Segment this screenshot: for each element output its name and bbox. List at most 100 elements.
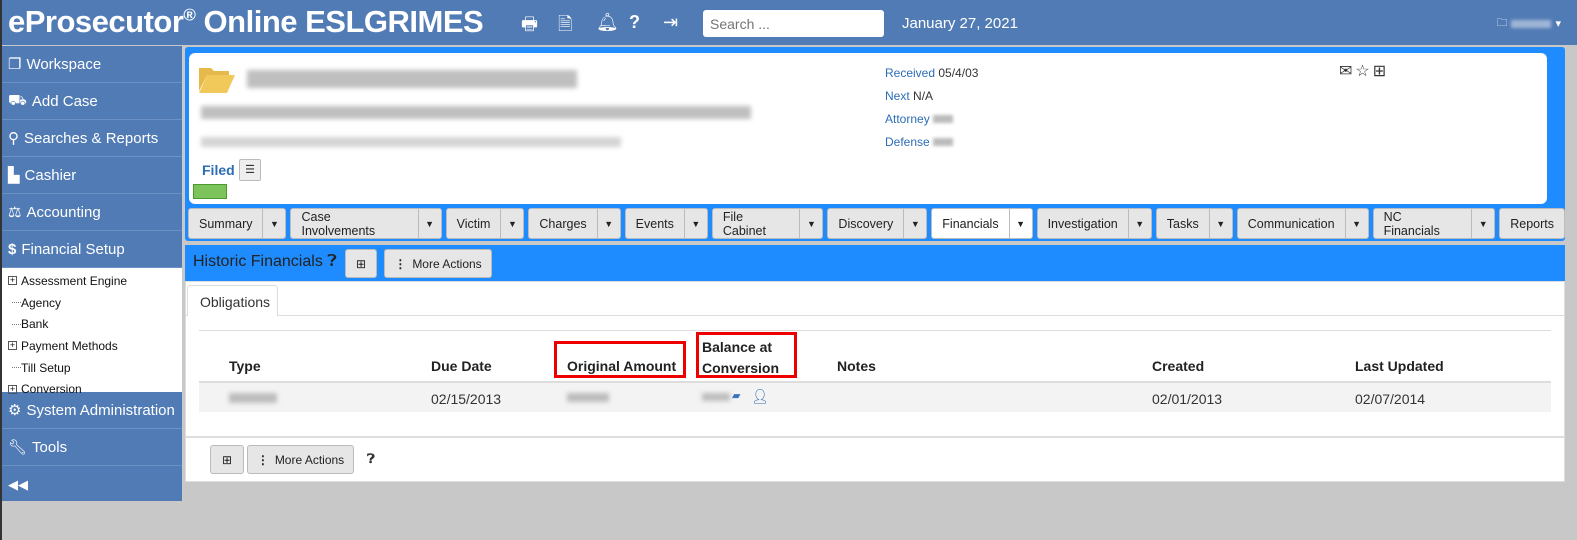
user-menu[interactable]: 🗀 ▾ xyxy=(1496,14,1561,33)
caret-down-icon[interactable]: ▼ xyxy=(501,209,523,238)
collapse-sidebar-button[interactable]: ◀◀ xyxy=(2,466,182,503)
help-icon[interactable]: ❓︎ xyxy=(327,253,337,270)
add-button[interactable]: ⊞ xyxy=(210,445,244,474)
logout-icon[interactable]: ⇥ xyxy=(663,12,678,33)
current-date: January 27, 2021 xyxy=(902,15,1018,32)
tab-victim[interactable]: Victim ▼ xyxy=(445,208,525,239)
tree-item-agency[interactable]: Agency xyxy=(2,292,182,314)
caret-down-icon[interactable]: ▼ xyxy=(598,209,620,238)
column-last-updated[interactable]: Last Updated xyxy=(1355,358,1444,374)
created-cell: 02/01/2013 xyxy=(1152,391,1223,407)
status-badge xyxy=(193,184,227,199)
type-redacted xyxy=(229,393,277,403)
folder-icon: 🗀 xyxy=(1496,17,1508,29)
gears-icon: ⚙ xyxy=(8,402,22,419)
add-note-icon: ⊞ xyxy=(221,452,233,467)
notes-button[interactable]: ☰ xyxy=(239,159,261,181)
caret-down-icon[interactable]: ▼ xyxy=(1210,209,1232,238)
add-button[interactable]: ⊞ xyxy=(345,249,377,278)
due-date-cell: 02/15/2013 xyxy=(431,391,502,407)
envelope-icon[interactable]: ✉ xyxy=(1339,61,1352,81)
caret-down-icon[interactable]: ▼ xyxy=(1472,209,1494,238)
caret-down-icon[interactable]: ▼ xyxy=(419,209,441,238)
sidebar-item-tools[interactable]: 🔧︎ Tools xyxy=(2,429,182,466)
tab-obligations[interactable]: Obligations xyxy=(187,285,278,316)
add-case-icon: ⛟ xyxy=(8,91,27,109)
case-title-redacted xyxy=(247,70,577,88)
case-actions: ✉ ☆ ⊞ xyxy=(1339,61,1386,81)
cashier-icon: ▙ xyxy=(8,167,20,184)
vertical-dots-icon: ⋮ xyxy=(394,256,407,271)
next-field: Next N/A xyxy=(885,89,934,103)
tab-discovery[interactable]: Discovery ▼ xyxy=(827,208,928,239)
table-row[interactable]: 02/15/2013 ▰ 👤︎ 02/01/2013 02/07/2014 xyxy=(199,381,1551,412)
section-header: Historic Financials ❓︎ ⊞ ⋮ More Actions xyxy=(185,245,1565,281)
column-balance-at-conversion[interactable]: Balance at Conversion xyxy=(702,337,779,379)
sidebar-item-accounting[interactable]: ⚖ Accounting xyxy=(2,194,182,231)
bell-icon[interactable]: 🔔︎ xyxy=(596,12,619,33)
last-updated-cell: 02/07/2014 xyxy=(1355,391,1426,407)
tab-nc-financials[interactable]: NC Financials ▼ xyxy=(1372,208,1496,239)
sidebar-item-add-case[interactable]: ⛟ Add Case xyxy=(2,83,182,120)
sidebar-item-searches-reports[interactable]: ⚲ Searches & Reports xyxy=(2,120,182,157)
person-icon[interactable]: 👤︎ xyxy=(751,388,769,405)
case-header-card: Filed ☰ Received 05/4/03 Next N/A Attorn… xyxy=(189,53,1547,204)
sidebar-item-system-administration[interactable]: ⚙ System Administration xyxy=(2,392,182,429)
caret-down-icon: ▾ xyxy=(1555,18,1561,30)
tab-financials[interactable]: Financials ▼ xyxy=(931,208,1033,239)
add-note-icon[interactable]: ⊞ xyxy=(1373,61,1386,81)
workspace-icon: ❐ xyxy=(8,56,22,73)
caret-down-icon[interactable]: ▼ xyxy=(1010,209,1032,238)
sidebar-item-cashier[interactable]: ▙ Cashier xyxy=(2,157,182,194)
transfer-icon[interactable]: ▰ xyxy=(732,389,740,402)
wrench-icon: 🔧︎ xyxy=(8,439,28,456)
tab-file-cabinet[interactable]: File Cabinet ▼ xyxy=(711,208,824,239)
column-created[interactable]: Created xyxy=(1152,358,1204,374)
tab-charges[interactable]: Charges ▼ xyxy=(528,208,621,239)
caret-down-icon[interactable]: ▼ xyxy=(1129,209,1151,238)
tree-item-assessment-engine[interactable]: + Assessment Engine xyxy=(2,270,182,292)
tree-item-payment-methods[interactable]: + Payment Methods xyxy=(2,335,182,357)
expand-icon[interactable]: + xyxy=(8,276,17,286)
obligations-panel: Obligations Type Due Date Original Amoun… xyxy=(185,281,1565,437)
tab-summary[interactable]: Summary ▼ xyxy=(188,208,287,239)
help-icon[interactable]: ❓︎ xyxy=(367,451,375,467)
sidebar-item-financial-setup[interactable]: $ Financial Setup xyxy=(2,231,182,268)
document-icon[interactable]: 🗎 xyxy=(558,12,572,42)
more-actions-button[interactable]: ⋮ More Actions xyxy=(247,445,354,474)
expand-icon[interactable]: + xyxy=(8,341,17,351)
column-notes[interactable]: Notes xyxy=(837,358,876,374)
case-status: Filed xyxy=(202,162,235,178)
search-input[interactable] xyxy=(703,10,884,37)
column-due-date[interactable]: Due Date xyxy=(431,358,492,374)
tree-item-bank[interactable]: Bank xyxy=(2,313,182,335)
more-actions-button[interactable]: ⋮ More Actions xyxy=(384,249,492,278)
column-type[interactable]: Type xyxy=(229,358,261,374)
search-icon: ⚲ xyxy=(8,130,19,147)
tab-communication[interactable]: Communication ▼ xyxy=(1236,208,1369,239)
received-field: Received 05/4/03 xyxy=(885,66,979,80)
balance-redacted xyxy=(702,393,730,401)
app-title: eProsecutor® Online ESLGRIMES xyxy=(8,4,484,39)
tab-events[interactable]: Events ▼ xyxy=(624,208,708,239)
caret-down-icon[interactable]: ▼ xyxy=(685,209,707,238)
attorney-field: Attorney xyxy=(885,112,954,126)
caret-down-icon[interactable]: ▼ xyxy=(1346,209,1368,238)
caret-down-icon[interactable]: ▼ xyxy=(904,209,926,238)
caret-down-icon[interactable]: ▼ xyxy=(800,209,822,238)
tab-tasks[interactable]: Tasks ▼ xyxy=(1155,208,1233,239)
sidebar-item-workspace[interactable]: ❐ Workspace xyxy=(2,46,182,83)
tab-case-involvements[interactable]: Case Involvements ▼ xyxy=(290,208,442,239)
star-icon[interactable]: ☆ xyxy=(1355,61,1369,81)
help-icon[interactable]: ? xyxy=(629,12,640,33)
expand-icon[interactable]: + xyxy=(8,384,17,394)
column-original-amount[interactable]: Original Amount xyxy=(567,358,676,374)
tab-reports[interactable]: Reports xyxy=(1499,208,1565,239)
tab-investigation[interactable]: Investigation ▼ xyxy=(1036,208,1152,239)
print-icon[interactable]: 🖶 xyxy=(521,12,538,42)
defense-field: Defense xyxy=(885,135,954,149)
caret-down-icon[interactable]: ▼ xyxy=(263,209,285,238)
tree-item-till-setup[interactable]: Till Setup xyxy=(2,357,182,379)
top-bar: eProsecutor® Online ESLGRIMES 🖶 🗎 🔔︎ ? ⇥… xyxy=(2,0,1577,45)
financial-setup-tree: + Assessment Engine Agency Bank + Payment … xyxy=(2,268,182,396)
